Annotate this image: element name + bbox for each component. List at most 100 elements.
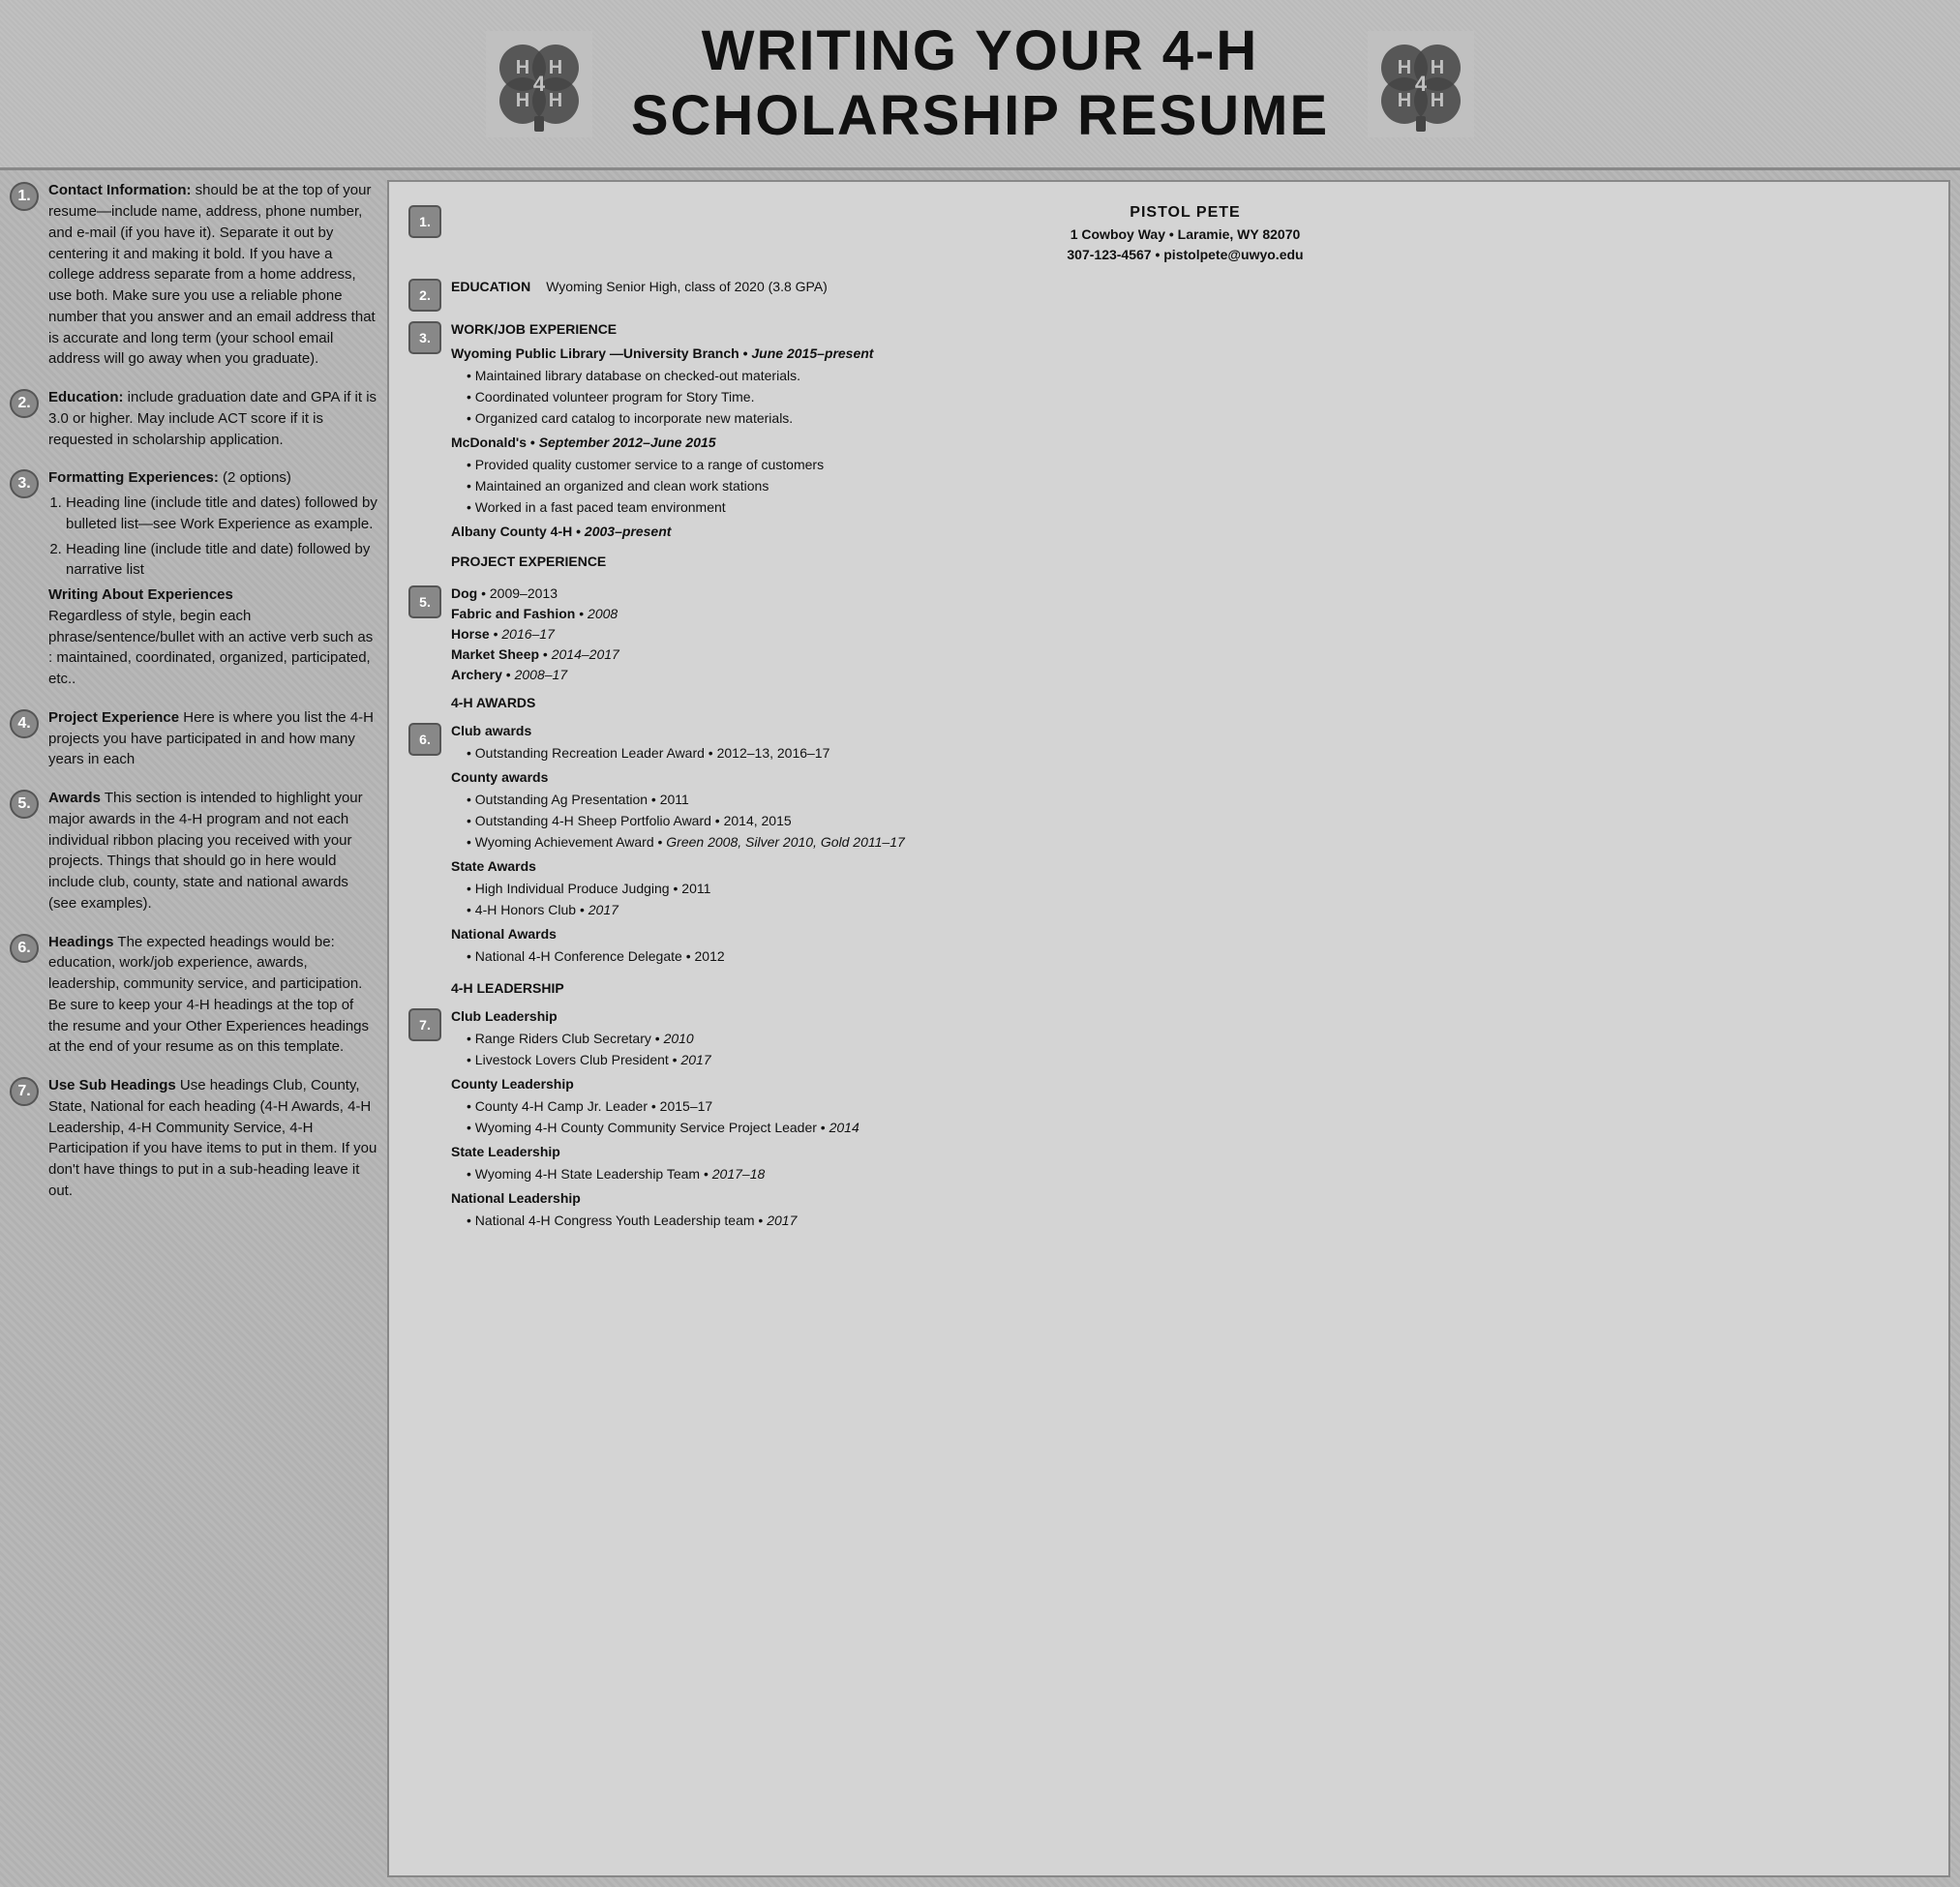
step-badge-3: 3. [10,469,39,498]
project-heading: PROJECT EXPERIENCE [451,552,1919,572]
county-leadership-2: Wyoming 4-H County Community Service Pro… [467,1118,1919,1138]
work-entry-1: Wyoming Public Library —University Branc… [451,344,1919,364]
svg-text:H: H [516,57,529,78]
resume-step-badge-2: 2. [408,279,441,312]
step-badge-2: 2. [10,389,39,418]
national-awards-list: National 4-H Conference Delegate • 2012 [451,946,1919,967]
left-4h-logo: H H H H 4 [486,31,592,137]
step-badge-5: 5. [10,790,39,819]
project-sheep: Market Sheep • 2014–2017 [451,644,1919,665]
county-awards-label: County awards [451,767,1919,788]
contact-name: PISTOL PETE [451,201,1919,225]
county-award-3: Wyoming Achievement Award • Green 2008, … [467,832,1919,853]
instruction-item-1: 1. Contact Information: should be at the… [10,180,377,370]
instruction-item-2: 2. Education: include graduation date an… [10,387,377,450]
county-leadership-label: County Leadership [451,1074,1919,1094]
county-awards-list: Outstanding Ag Presentation • 2011 Outst… [451,790,1919,853]
header-title: WRITING YOUR 4-H SCHOLARSHIP RESUME [631,19,1329,148]
main-content: 1. Contact Information: should be at the… [0,170,1960,1887]
svg-text:4: 4 [1415,72,1428,96]
instruction-text-2: Education: include graduation date and G… [48,387,377,450]
club-awards-label: Club awards [451,721,1919,741]
instruction-text-5: Awards This section is intended to highl… [48,788,377,914]
title-line2: SCHOLARSHIP RESUME [631,84,1329,149]
national-leadership-list: National 4-H Congress Youth Leadership t… [451,1211,1919,1231]
instruction-text-1: Contact Information: should be at the to… [48,180,377,370]
instruction-item-3: 3. Formatting Experiences: (2 options) H… [10,467,377,690]
contact-phone-email: 307-123-4567 • pistolpete@uwyo.edu [451,245,1919,265]
instruction-bold-1: Contact Information: [48,182,192,198]
awards-heading: 4-H AWARDS [451,693,1919,713]
work-bullets-2: Provided quality customer service to a r… [451,455,1919,518]
project-archery: Archery • 2008–17 [451,665,1919,685]
instruction-item-7: 7. Use Sub Headings Use headings Club, C… [10,1075,377,1202]
resume-awards-label: 4-H AWARDS [451,693,1919,715]
work-bullet-2-2: Maintained an organized and clean work s… [467,476,1919,496]
step-badge-1: 1. [10,182,39,211]
resume-step-badge-5: 5. [408,585,441,618]
project-horse: Horse • 2016–17 [451,624,1919,644]
instruction-bold-2: Education: [48,389,124,405]
resume-step-badge-3: 3. [408,321,441,354]
national-awards-label: National Awards [451,924,1919,944]
resume-work-block: WORK/JOB EXPERIENCE Wyoming Public Libra… [451,319,1919,544]
county-leadership-1: County 4-H Camp Jr. Leader • 2015–17 [467,1096,1919,1117]
resume-projects-block: Dog • 2009–2013 Fabric and Fashion • 200… [451,584,1919,685]
work-bullet-1-2: Coordinated volunteer program for Story … [467,387,1919,407]
national-leadership-label: National Leadership [451,1188,1919,1209]
national-award-1: National 4-H Conference Delegate • 2012 [467,946,1919,967]
instruction-text-6: Headings The expected headings would be:… [48,932,377,1059]
svg-text:H: H [516,90,529,111]
club-leadership-list: Range Riders Club Secretary • 2010 Lives… [451,1029,1919,1070]
project-dog: Dog • 2009–2013 [451,584,1919,604]
national-leadership-1: National 4-H Congress Youth Leadership t… [467,1211,1919,1231]
resume-awards-block: Club awards Outstanding Recreation Leade… [451,721,1919,971]
resume-inner: 1. PISTOL PETE 1 Cowboy Way • Laramie, W… [389,182,1948,1262]
state-leadership-label: State Leadership [451,1142,1919,1162]
svg-text:H: H [1398,57,1411,78]
education-label: EDUCATION [451,277,530,297]
resume-contact-block: PISTOL PETE 1 Cowboy Way • Laramie, WY 8… [451,201,1919,265]
county-leadership-list: County 4-H Camp Jr. Leader • 2015–17 Wyo… [451,1096,1919,1138]
state-leadership-list: Wyoming 4-H State Leadership Team • 2017… [451,1164,1919,1184]
instruction-bold-5: Awards [48,790,101,806]
svg-text:H: H [1431,57,1444,78]
svg-text:H: H [549,57,562,78]
education-value: Wyoming Senior High, class of 2020 (3.8 … [546,277,828,297]
instruction-bold-6: Headings [48,934,114,950]
state-awards-label: State Awards [451,856,1919,877]
contact-address: 1 Cowboy Way • Laramie, WY 82070 [451,225,1919,245]
work-bullets-1: Maintained library database on checked-o… [451,366,1919,429]
svg-text:H: H [549,90,562,111]
page-header: H H H H 4 WRITING YOUR 4-H SCHOLARSHIP R… [0,0,1960,170]
instruction-bold-7: Use Sub Headings [48,1077,176,1093]
state-award-2: 4-H Honors Club • 2017 [467,900,1919,920]
club-award-1: Outstanding Recreation Leader Award • 20… [467,743,1919,764]
work-entry-2: McDonald's • September 2012–June 2015 [451,433,1919,453]
resume-education-block: EDUCATION Wyoming Senior High, class of … [451,277,828,297]
work-heading: WORK/JOB EXPERIENCE [451,319,1919,340]
svg-text:H: H [1398,90,1411,111]
club-leadership-1: Range Riders Club Secretary • 2010 [467,1029,1919,1049]
club-leadership-2: Livestock Lovers Club President • 2017 [467,1050,1919,1070]
state-award-1: High Individual Produce Judging • 2011 [467,879,1919,899]
instruction-bold-4: Project Experience [48,709,179,726]
work-entry-3: Albany County 4-H • 2003–present [451,522,1919,542]
resume-step-badge-7: 7. [408,1008,441,1041]
instruction-text-4: Project Experience Here is where you lis… [48,707,377,770]
right-4h-logo: H H H H 4 [1368,31,1474,137]
resume-example: 1. PISTOL PETE 1 Cowboy Way • Laramie, W… [387,180,1950,1877]
work-bullet-2-1: Provided quality customer service to a r… [467,455,1919,475]
step-badge-4: 4. [10,709,39,738]
project-fabric: Fabric and Fashion • 2008 [451,604,1919,624]
instruction-text-7: Use Sub Headings Use headings Club, Coun… [48,1075,377,1202]
resume-leadership-label: 4-H LEADERSHIP [451,978,1919,1001]
state-leadership-1: Wyoming 4-H State Leadership Team • 2017… [467,1164,1919,1184]
leadership-heading: 4-H LEADERSHIP [451,978,1919,999]
instruction-text-3: Formatting Experiences: (2 options) Head… [48,467,377,690]
svg-text:H: H [1431,90,1444,111]
county-award-1: Outstanding Ag Presentation • 2011 [467,790,1919,810]
resume-step-badge-1: 1. [408,205,441,238]
state-awards-list: High Individual Produce Judging • 2011 4… [451,879,1919,920]
work-bullet-2-3: Worked in a fast paced team environment [467,497,1919,518]
